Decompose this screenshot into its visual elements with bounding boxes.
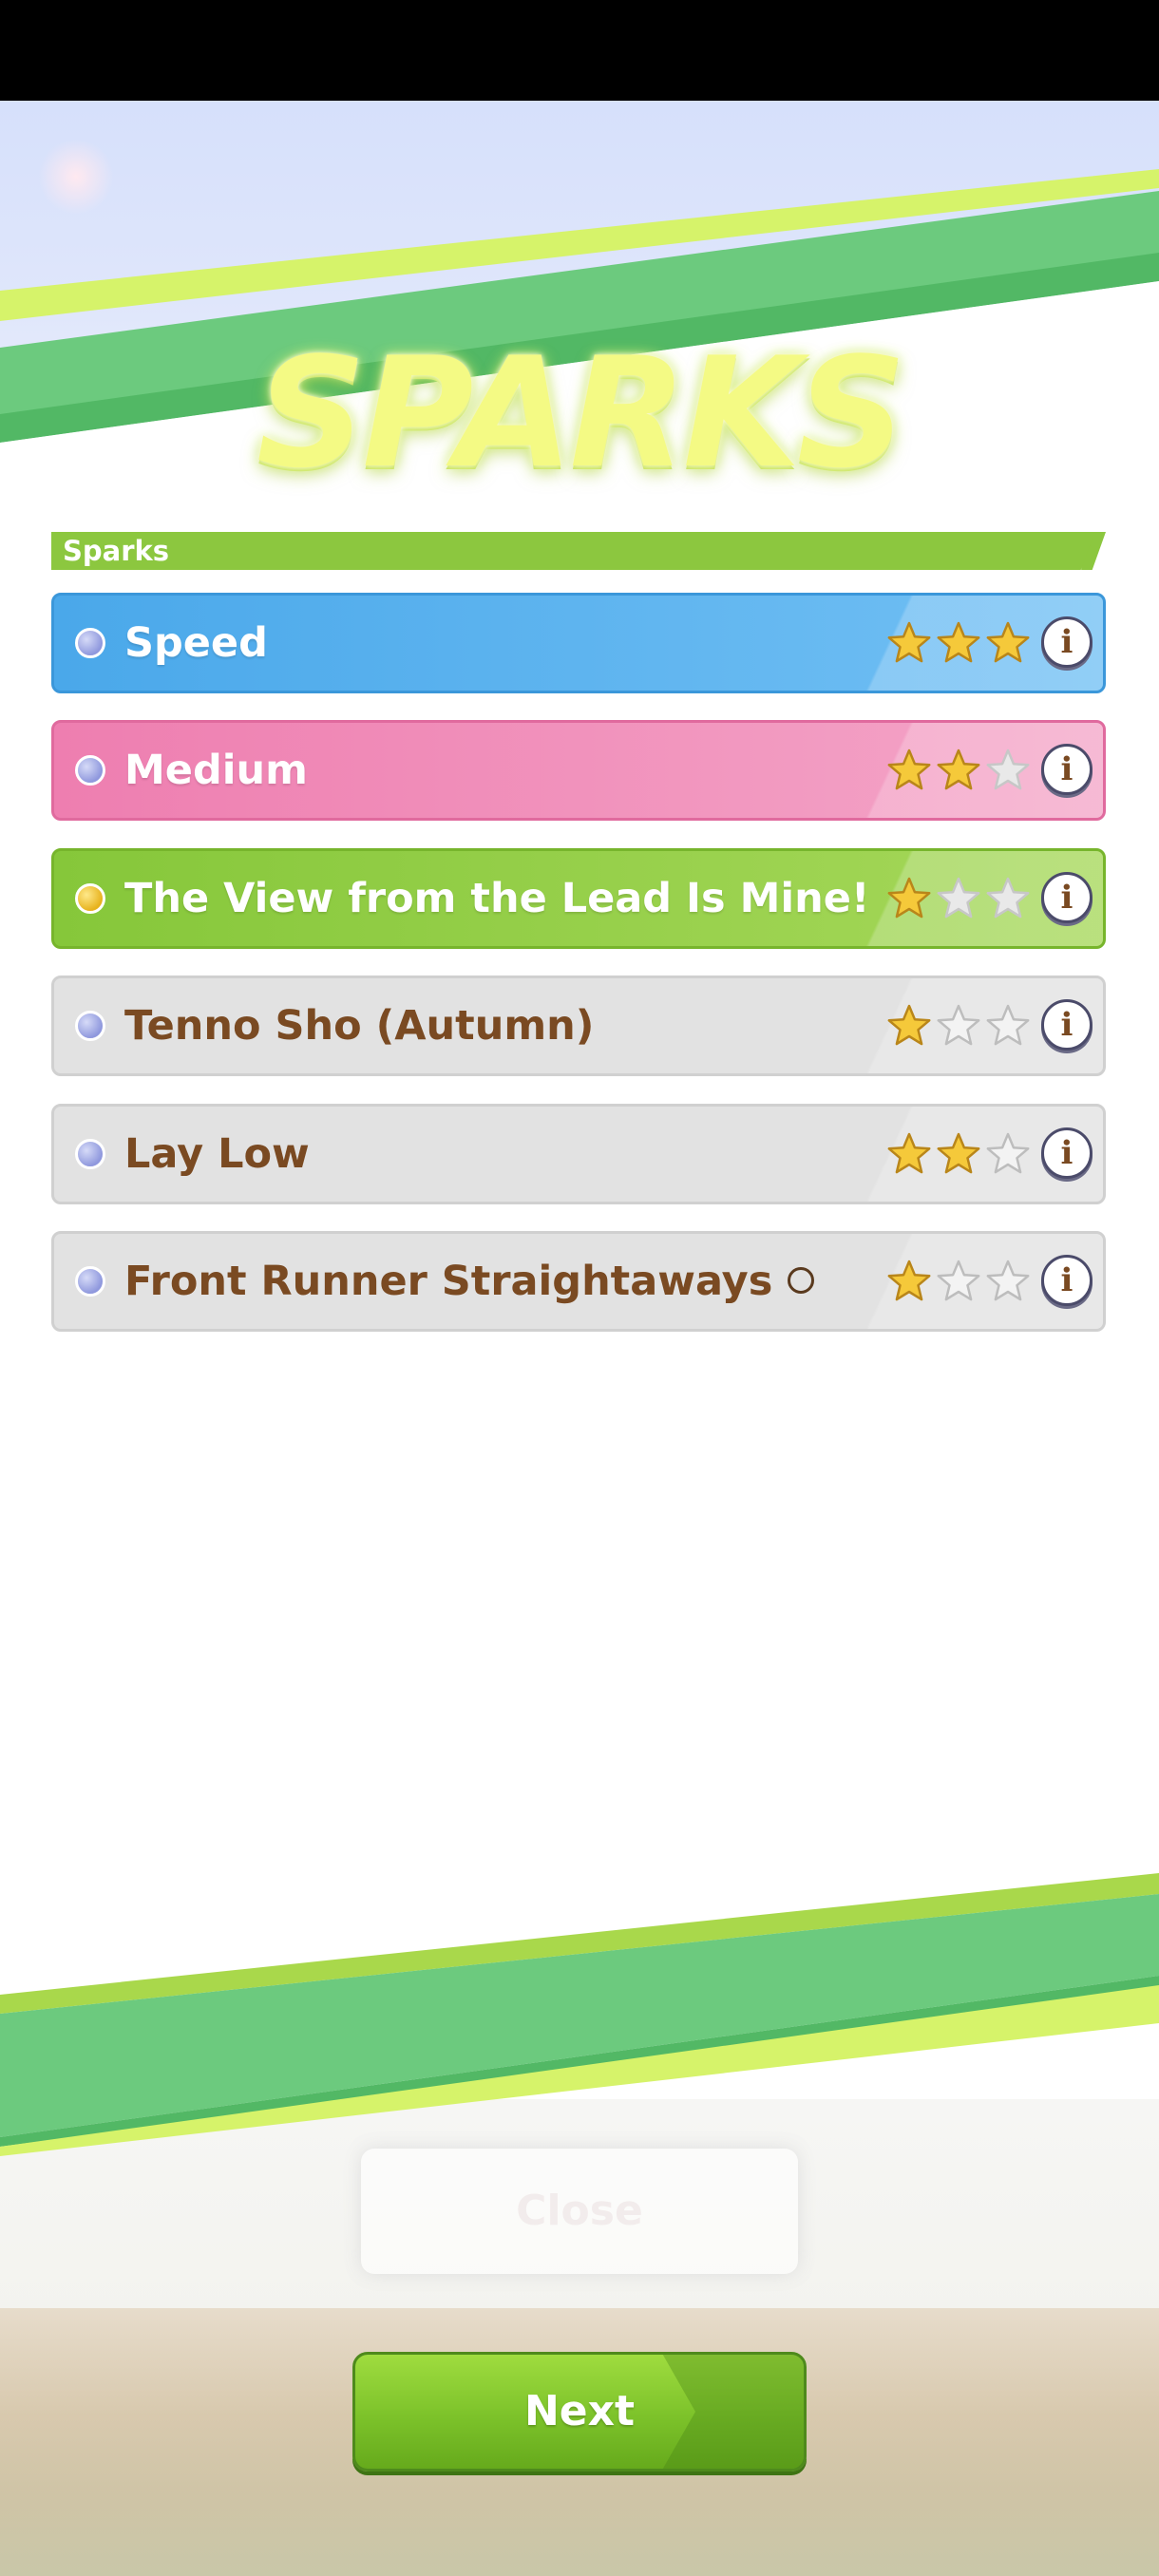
status-bar: [0, 0, 1159, 101]
info-icon[interactable]: i: [1041, 744, 1092, 795]
star-filled-icon: [937, 621, 980, 663]
spark-type-dot-icon: [75, 1139, 105, 1169]
spark-type-dot-icon: [75, 883, 105, 914]
star-filled-icon: [937, 1132, 980, 1174]
star-filled-icon: [887, 621, 931, 663]
spark-type-dot-icon: [75, 1266, 105, 1297]
star-rating: [886, 748, 1031, 795]
spark-name: Tenno Sho (Autumn): [124, 978, 594, 1073]
circle-icon: [788, 1266, 815, 1294]
section-header: Sparks: [51, 532, 1104, 570]
info-icon[interactable]: i: [1041, 616, 1092, 668]
section-label: Sparks: [63, 535, 170, 567]
star-filled-icon: [887, 1004, 931, 1046]
star-empty-icon: [986, 1260, 1030, 1301]
close-button-label: Close: [516, 2187, 643, 2235]
star-rating: [886, 876, 1031, 923]
spark-type-dot-icon: [75, 628, 105, 658]
spark-name-text: Front Runner Straightaways: [124, 1258, 773, 1305]
info-icon[interactable]: i: [1041, 999, 1092, 1051]
footer-bands: [0, 1852, 1159, 2156]
star-empty-icon: [986, 1004, 1030, 1046]
star-filled-icon: [887, 1132, 931, 1174]
spark-row[interactable]: Medium i: [51, 720, 1106, 821]
spark-name: Front Runner Straightaways: [124, 1234, 815, 1329]
star-rating: [886, 1003, 1031, 1051]
star-empty-icon: [986, 1132, 1030, 1174]
spark-name-text: Speed: [124, 619, 268, 667]
spark-name: Speed: [124, 596, 268, 691]
spark-type-dot-icon: [75, 755, 105, 786]
spark-row[interactable]: Tenno Sho (Autumn) i: [51, 975, 1106, 1076]
star-empty-icon: [986, 748, 1030, 790]
spark-name: Medium: [124, 723, 308, 818]
next-button-label: Next: [523, 2387, 636, 2435]
info-icon[interactable]: i: [1041, 1255, 1092, 1306]
star-filled-icon: [937, 748, 980, 790]
spark-name-text: Tenno Sho (Autumn): [124, 1002, 595, 1050]
star-rating: [886, 620, 1031, 668]
spark-row[interactable]: Front Runner Straightaways i: [51, 1231, 1106, 1332]
spark-name: Lay Low: [124, 1107, 310, 1202]
star-empty-icon: [937, 1004, 980, 1046]
spark-name-text: The View from the Lead Is Mine!: [124, 875, 870, 922]
spark-name: The View from the Lead Is Mine!: [124, 851, 870, 946]
next-button[interactable]: Next: [352, 2352, 807, 2472]
star-filled-icon: [887, 748, 931, 790]
info-icon[interactable]: i: [1041, 872, 1092, 923]
star-empty-icon: [986, 877, 1030, 919]
star-empty-icon: [937, 1260, 980, 1301]
star-filled-icon: [887, 877, 931, 919]
star-filled-icon: [887, 1260, 931, 1301]
star-rating: [886, 1131, 1031, 1179]
info-icon[interactable]: i: [1041, 1127, 1092, 1179]
spark-name-text: Lay Low: [124, 1130, 310, 1178]
star-empty-icon: [937, 877, 980, 919]
spark-row[interactable]: Lay Low i: [51, 1104, 1106, 1204]
close-button[interactable]: Close: [361, 2149, 798, 2274]
star-filled-icon: [986, 621, 1030, 663]
star-rating: [886, 1259, 1031, 1306]
spark-name-text: Medium: [124, 747, 308, 794]
spark-row[interactable]: Speed i: [51, 593, 1106, 693]
spark-type-dot-icon: [75, 1011, 105, 1041]
screen-title: SPARKS: [256, 324, 906, 502]
spark-row[interactable]: The View from the Lead Is Mine! i: [51, 848, 1106, 949]
